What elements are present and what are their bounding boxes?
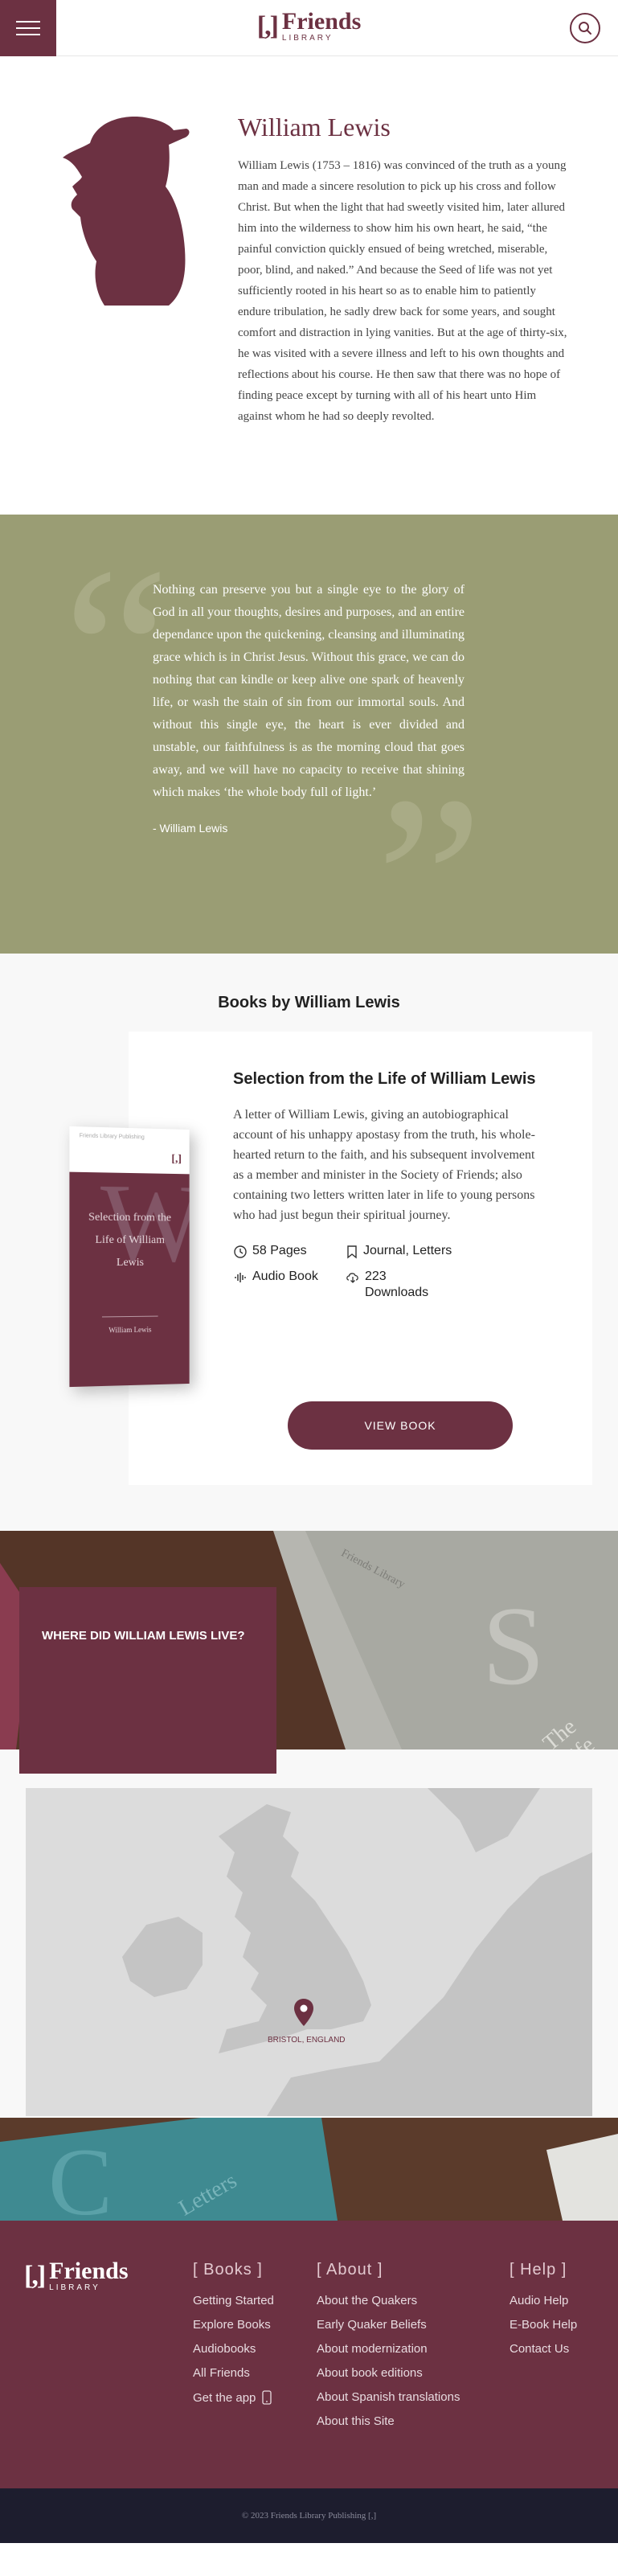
footer-link-explore-books[interactable]: Explore Books <box>193 2318 274 2332</box>
svg-text:S: S <box>482 1584 545 1708</box>
menu-icon-bar <box>16 27 40 29</box>
menu-button[interactable] <box>0 0 56 56</box>
book-downloads: 223 Downloads <box>346 1269 538 1301</box>
site-logo[interactable]: [,] Friends LIBRARY <box>257 10 362 43</box>
footer-link-spanish-translations[interactable]: About Spanish translations <box>317 2390 460 2404</box>
footer-logo-mark: [,] <box>24 2260 46 2291</box>
books-section-title: Books by William Lewis <box>218 994 400 1011</box>
audio-icon <box>235 1273 246 1282</box>
author-name: William Lewis <box>238 113 391 142</box>
view-book-button[interactable]: VIEW BOOK <box>288 1401 513 1450</box>
cover-divider <box>101 1315 158 1318</box>
get-app-label: Get the app <box>193 2390 256 2405</box>
quote-text: Nothing can preserve you but a single ey… <box>153 583 465 799</box>
books-section: Books by William Lewis Friends Library P… <box>0 954 618 1531</box>
footer-col-books: [ Books ] Getting Started Explore Books … <box>193 2261 274 2415</box>
footer-link-ebook-help[interactable]: E-Book Help <box>510 2318 577 2332</box>
footer-col-about: [ About ] About the Quakers Early Quaker… <box>317 2261 460 2439</box>
footer-link-about-quakers[interactable]: About the Quakers <box>317 2294 460 2307</box>
book-cover[interactable]: Friends Library Publishing [,] WL Select… <box>69 1126 190 1388</box>
book-pages: 58 Pages <box>233 1243 346 1259</box>
menu-icon-bar <box>16 34 40 35</box>
location-title-box: WHERE DID WILLIAM LEWIS LIVE? <box>19 1587 276 1774</box>
footer-link-get-app[interactable]: Get the app <box>193 2390 274 2405</box>
location-map[interactable]: BRISTOL, ENGLAND <box>26 1788 592 2116</box>
svg-text:C: C <box>48 2128 113 2221</box>
logo-sub: LIBRARY <box>281 34 334 43</box>
book-pages-label: 58 Pages <box>252 1244 307 1257</box>
book-meta: 58 Pages Journal, Letters Audio Book 223… <box>233 1243 538 1301</box>
book-audio-label: Audio Book <box>252 1270 318 1283</box>
search-icon <box>579 22 591 35</box>
footer-link-getting-started[interactable]: Getting Started <box>193 2294 274 2307</box>
author-bio: William Lewis William Lewis (1753 – 1816… <box>0 56 618 515</box>
logo-mark: [,] <box>256 10 279 41</box>
menu-icon <box>16 21 40 23</box>
footer-link-all-friends[interactable]: All Friends <box>193 2366 274 2380</box>
author-silhouette <box>48 113 209 466</box>
footer-link-book-editions[interactable]: About book editions <box>317 2366 460 2380</box>
book-card: Friends Library Publishing [,] WL Select… <box>69 1032 592 1485</box>
footer-logo-word: Friends <box>49 2258 129 2284</box>
bookmark-icon <box>347 1245 357 1259</box>
footer-link-early-beliefs[interactable]: Early Quaker Beliefs <box>317 2318 460 2332</box>
footer-photo: C Letters <box>0 2118 618 2221</box>
footer-link-modernization[interactable]: About modernization <box>317 2342 460 2356</box>
cover-author: William Lewis <box>108 1325 152 1335</box>
book-title[interactable]: Selection from the Life of William Lewis <box>233 1070 538 1089</box>
author-bio-text: William Lewis (1753 – 1816) was convince… <box>238 159 567 423</box>
footer-logo[interactable]: [,] Friends LIBRARY <box>24 2259 129 2292</box>
clock-icon <box>234 1245 247 1258</box>
search-button[interactable] <box>570 13 600 43</box>
footer-link-audio-help[interactable]: Audio Help <box>510 2294 577 2307</box>
footer-logo-sub: LIBRARY <box>49 2283 100 2292</box>
phone-icon <box>262 2390 272 2405</box>
site-footer: [,] Friends LIBRARY [ Books ] Getting St… <box>0 2221 618 2488</box>
footer-col-help: [ Help ] Audio Help E-Book Help Contact … <box>510 2261 577 2366</box>
footer-help-heading: [ Help ] <box>510 2261 567 2279</box>
footer-link-about-site[interactable]: About this Site <box>317 2414 460 2428</box>
book-description: A letter of William Lewis, giving an aut… <box>233 1108 535 1222</box>
footer-books-heading: [ Books ] <box>193 2261 263 2279</box>
book-downloads-label: 223 Downloads <box>365 1270 429 1299</box>
footer-link-audiobooks[interactable]: Audiobooks <box>193 2342 274 2356</box>
footer-about-heading: [ About ] <box>317 2261 383 2279</box>
cover-title: Selection from the Life of William Lewis <box>88 1211 171 1270</box>
book-tags-label: Journal, Letters <box>363 1244 452 1257</box>
cover-logo-mark: [,] <box>171 1153 182 1166</box>
map-location-label: BRISTOL, ENGLAND <box>268 2036 346 2045</box>
download-icon <box>346 1273 358 1283</box>
author-quote: “ ” Nothing can preserve you but a singl… <box>0 515 618 1001</box>
book-audio: Audio Book <box>233 1269 346 1301</box>
author-location-section: S Friends Library The Life WHERE DID WIL… <box>0 1531 618 2118</box>
copyright: © 2023 Friends Library Publishing [,] <box>0 2488 618 2543</box>
logo-word: Friends <box>281 8 362 35</box>
book-tags: Journal, Letters <box>346 1243 538 1259</box>
cover-publisher: Friends Library Publishing <box>79 1133 145 1141</box>
footer-link-contact[interactable]: Contact Us <box>510 2342 577 2356</box>
location-title: WHERE DID WILLIAM LEWIS LIVE? <box>42 1629 245 1643</box>
map-pin-icon <box>294 1999 313 2026</box>
site-header: [,] Friends LIBRARY <box>0 0 618 56</box>
quote-author: - William Lewis <box>153 822 228 835</box>
